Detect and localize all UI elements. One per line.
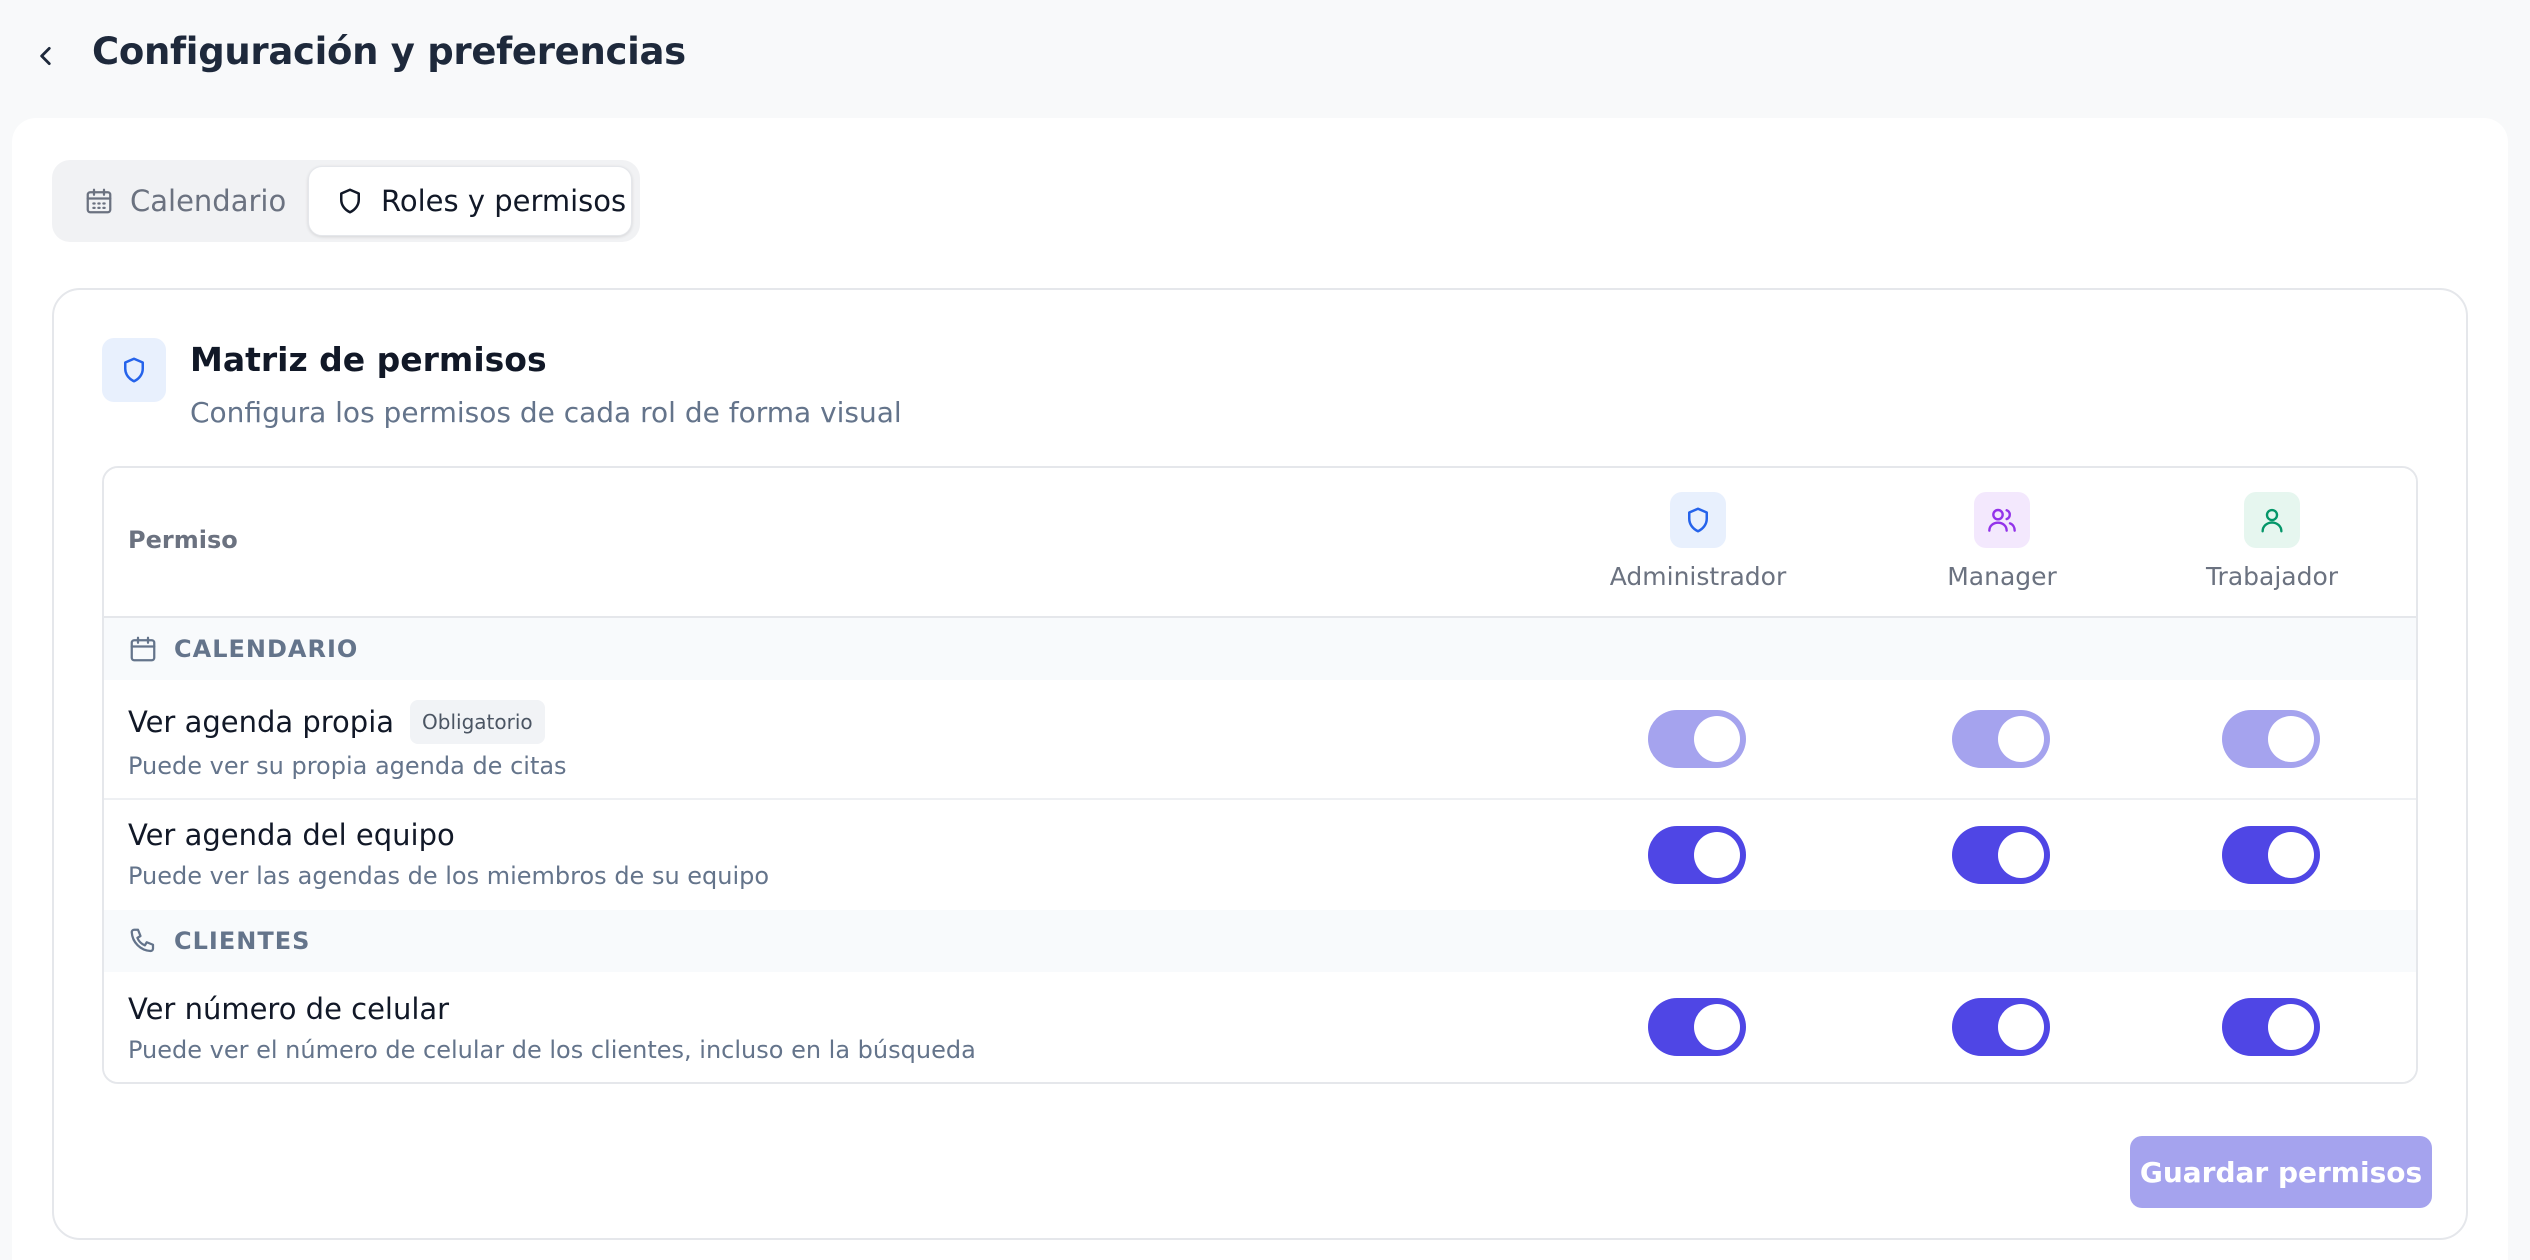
top-bar: Configuración y preferencias: [0, 0, 2530, 112]
toggle-knob: [1998, 1004, 2044, 1050]
tab-label: Roles y permisos: [381, 184, 627, 218]
user-icon: [2261, 508, 2283, 533]
save-permissions-button[interactable]: Guardar permisos: [2130, 1136, 2432, 1208]
role-label: Administrador: [1609, 562, 1787, 591]
card-subtitle: Configura los permisos de cada rol de fo…: [190, 396, 902, 429]
column-header-trabajador: Trabajador: [2152, 492, 2392, 591]
column-header-administrador: Administrador: [1578, 492, 1818, 591]
toggle-manager: [1952, 710, 2050, 768]
tab-label: Calendario: [130, 184, 287, 218]
section-label: CALENDARIO: [174, 635, 359, 663]
column-header-permiso: Permiso: [128, 526, 238, 554]
toggle-knob: [1694, 716, 1740, 762]
card-icon-wrapper: [102, 338, 166, 402]
tab-bar: Calendario Roles y permisos: [52, 160, 640, 242]
shield-icon: [340, 188, 360, 214]
permission-description: Puede ver su propia agenda de citas: [128, 752, 567, 780]
permission-title: Ver agenda propia: [128, 705, 395, 739]
main-panel: Calendario Roles y permisos Matriz de pe…: [12, 118, 2508, 1260]
toggle-knob: [2268, 1004, 2314, 1050]
role-icon-wrapper: [1670, 492, 1726, 548]
section-header-clientes: CLIENTES: [104, 910, 2416, 972]
shield-icon: [124, 357, 144, 383]
permission-description: Puede ver las agendas de los miembros de…: [128, 862, 770, 890]
table-header: Permiso Administrador Manager Trabajador: [104, 468, 2416, 618]
toggle-knob: [1998, 832, 2044, 878]
toggle-knob: [1998, 716, 2044, 762]
toggle-knob: [1694, 1004, 1740, 1050]
toggle-trabajador[interactable]: [2222, 998, 2320, 1056]
toggle-trabajador: [2222, 710, 2320, 768]
card-title: Matriz de permisos: [190, 340, 547, 379]
back-button[interactable]: [26, 36, 66, 76]
permission-title: Ver agenda del equipo: [128, 818, 455, 852]
toggle-trabajador[interactable]: [2222, 826, 2320, 884]
calendar-icon: [86, 188, 112, 214]
permissions-card: Matriz de permisos Configura los permiso…: [52, 288, 2468, 1240]
tab-calendario[interactable]: Calendario: [62, 166, 302, 236]
role-label: Manager: [1947, 562, 2057, 591]
section-header-calendario: CALENDARIO: [104, 618, 2416, 680]
permission-description: Puede ver el número de celular de los cl…: [128, 1036, 976, 1064]
shield-icon: [1688, 507, 1708, 533]
role-icon-wrapper: [1974, 492, 2030, 548]
toggle-knob: [2268, 832, 2314, 878]
column-header-manager: Manager: [1882, 492, 2122, 591]
tab-roles-y-permisos[interactable]: Roles y permisos: [308, 166, 632, 236]
table-row: Ver agenda del equipo Puede ver las agen…: [104, 800, 2416, 910]
toggle-administrador: [1648, 710, 1746, 768]
permission-title: Ver número de celular: [128, 992, 450, 1026]
phone-icon: [130, 928, 155, 953]
toggle-administrador[interactable]: [1648, 826, 1746, 884]
toggle-manager[interactable]: [1952, 826, 2050, 884]
permission-title-wrapper: Ver agenda propia Obligatorio: [128, 700, 545, 744]
table-row: Ver agenda propia Obligatorio Puede ver …: [104, 680, 2416, 800]
calendar-icon: [130, 636, 156, 662]
chevron-left-icon: [40, 47, 51, 65]
role-icon-wrapper: [2244, 492, 2300, 548]
page-title: Configuración y preferencias: [92, 30, 686, 73]
role-label: Trabajador: [2205, 562, 2339, 591]
toggle-administrador[interactable]: [1648, 998, 1746, 1056]
table-row: Ver número de celular Puede ver el númer…: [104, 972, 2416, 1082]
toggle-knob: [2268, 716, 2314, 762]
section-label: CLIENTES: [174, 927, 311, 955]
users-icon: [1988, 508, 2016, 532]
toggle-manager[interactable]: [1952, 998, 2050, 1056]
toggle-knob: [1694, 832, 1740, 878]
required-badge: Obligatorio: [410, 700, 545, 744]
permissions-table: Permiso Administrador Manager Trabajador…: [102, 466, 2418, 1084]
